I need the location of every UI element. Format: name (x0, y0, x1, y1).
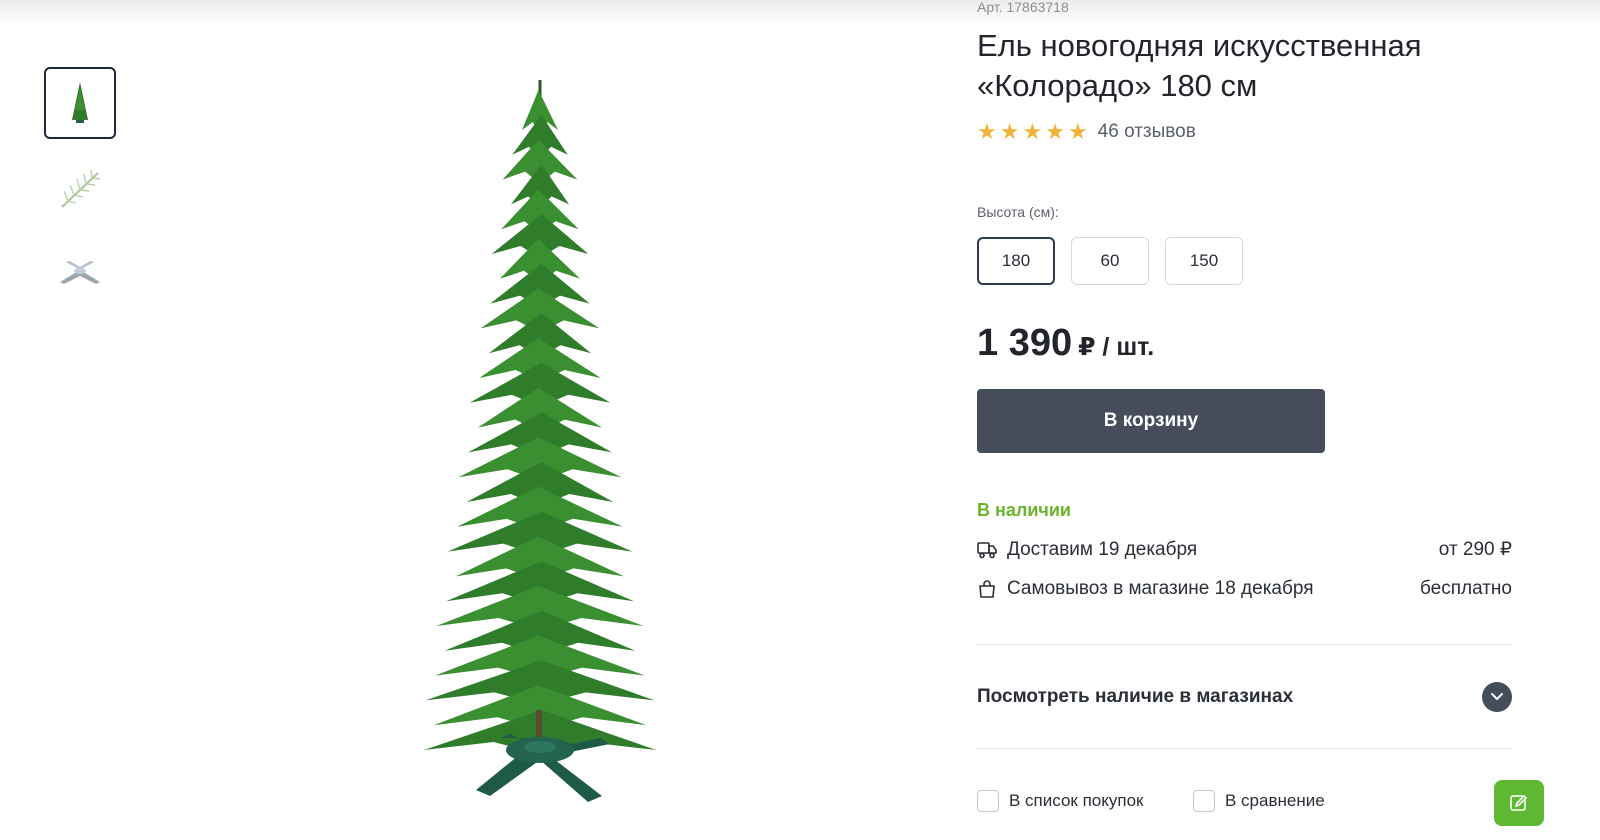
add-to-cart-button[interactable]: В корзину (977, 389, 1325, 453)
star-icon: ★ (999, 119, 1020, 144)
delivery-row: Доставим 19 декабря от 290 ₽ (977, 538, 1512, 561)
delivery-cost: от 290 ₽ (1438, 539, 1512, 560)
compare-label: В сравнение (1225, 791, 1325, 810)
feedback-button[interactable] (1494, 780, 1544, 826)
pickup-cost: бесплатно (1419, 578, 1512, 599)
shopping-list-box[interactable] (977, 790, 999, 812)
pickup-text: Самовывоз в магазине 18 декабря (1007, 578, 1314, 599)
shopping-list-checkbox[interactable]: В список покупок (977, 790, 1143, 812)
delivery-text: Доставим 19 декабря (1007, 538, 1198, 560)
christmas-tree-image (424, 80, 656, 802)
height-options: 180 60 150 (977, 237, 1243, 285)
thumbnail-stand[interactable] (44, 236, 116, 308)
thumbnail-branch[interactable] (44, 153, 116, 225)
divider-top (977, 644, 1512, 645)
tree-thumbnail-icon (72, 82, 88, 123)
sku-label: Арт. 17863718 (977, 0, 1069, 15)
product-title: Ель новогодняя искусственная «Колорадо» … (977, 28, 1422, 103)
height-label: Высота (см): (977, 204, 1059, 220)
truck-icon (977, 541, 997, 558)
branch-thumbnail-icon (61, 169, 101, 208)
top-shadow (0, 0, 1600, 26)
chevron-down-icon[interactable] (1482, 682, 1512, 712)
rating[interactable]: ★ ★ ★ ★ ★ 46 отзывов (977, 119, 1196, 145)
rating-stars: ★ ★ ★ ★ ★ (977, 119, 1088, 145)
thumbnail-tree[interactable] (44, 67, 116, 139)
height-option-180[interactable]: 180 (977, 237, 1055, 285)
compare-checkbox[interactable]: В сравнение (1193, 790, 1325, 812)
price-value: 1 390 (977, 322, 1073, 364)
compare-box[interactable] (1193, 790, 1215, 812)
pickup-row: Самовывоз в магазине 18 декабря бесплатн… (977, 578, 1512, 600)
reviews-link[interactable]: 46 отзывов (1098, 121, 1196, 143)
height-option-60[interactable]: 60 (1071, 237, 1149, 285)
divider-bottom (977, 748, 1512, 749)
stores-availability-label: Посмотреть наличие в магазинах (977, 686, 1294, 707)
bag-icon (979, 580, 995, 598)
price: 1 390 ₽ / шт. (977, 322, 1154, 365)
star-icon: ★ (1067, 119, 1088, 144)
shopping-list-label: В список покупок (1009, 791, 1144, 810)
edit-icon (1510, 795, 1527, 811)
stand-thumbnail-icon (60, 261, 100, 284)
price-unit: ₽ / шт. (1078, 333, 1155, 361)
star-icon: ★ (1045, 119, 1065, 144)
stores-availability-toggle[interactable]: Посмотреть наличие в магазинах (977, 681, 1512, 713)
height-option-150[interactable]: 150 (1165, 237, 1243, 285)
stock-status: В наличии (977, 500, 1071, 520)
star-icon: ★ (1022, 119, 1043, 144)
star-icon: ★ (977, 119, 997, 144)
